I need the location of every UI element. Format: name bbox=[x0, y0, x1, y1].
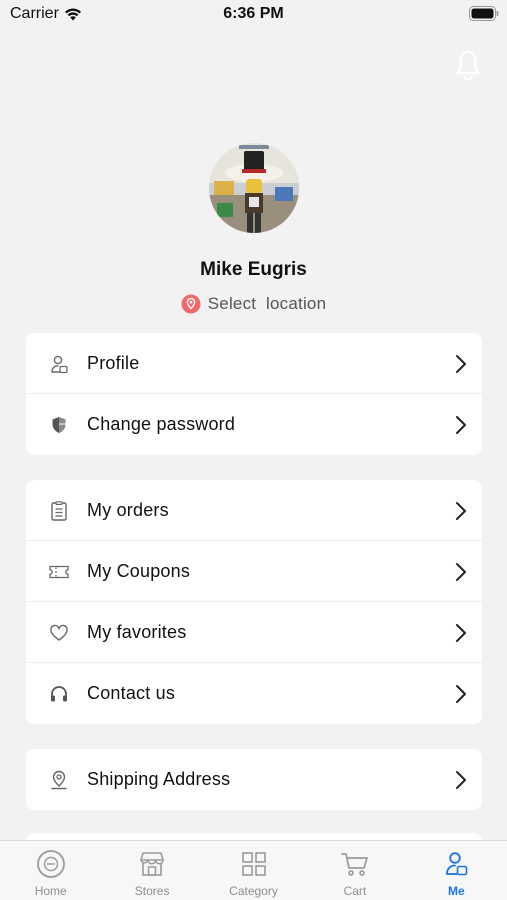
chevron-right-icon bbox=[456, 563, 466, 581]
notification-bell-icon[interactable] bbox=[453, 49, 483, 81]
me-icon bbox=[446, 852, 468, 876]
tab-label: Home bbox=[34, 884, 67, 898]
category-icon bbox=[241, 852, 266, 876]
heart-icon bbox=[50, 624, 68, 641]
menu-item-label: Contact us bbox=[87, 683, 176, 703]
menu-item-my-coupons[interactable]: My Coupons bbox=[26, 541, 482, 602]
shield-icon bbox=[52, 417, 66, 433]
chevron-right-icon bbox=[456, 416, 466, 434]
tab-label: Stores bbox=[134, 884, 170, 898]
orders-group: My orders My Coupons My favorites Contac… bbox=[26, 480, 482, 724]
user-name: Mike Eugris bbox=[200, 259, 307, 280]
avatar[interactable] bbox=[209, 143, 299, 233]
tab-me[interactable]: Me bbox=[406, 841, 507, 900]
menu-item-label: My Coupons bbox=[87, 560, 191, 581]
chevron-right-icon bbox=[456, 355, 466, 373]
battery-icon bbox=[469, 6, 499, 21]
menu-item-label: My favorites bbox=[87, 621, 187, 642]
cart-icon bbox=[341, 853, 368, 876]
chevron-right-icon bbox=[456, 685, 466, 703]
tab-home[interactable]: Home bbox=[0, 841, 101, 900]
profile-icon bbox=[51, 355, 68, 374]
menu-item-profile[interactable]: Profile bbox=[26, 333, 482, 394]
chevron-right-icon bbox=[456, 502, 466, 520]
address-group: Shipping Address bbox=[26, 749, 482, 810]
tab-label: Cart bbox=[343, 884, 367, 898]
tab-cart[interactable]: Cart bbox=[304, 841, 405, 900]
menu-item-my-favorites[interactable]: My favorites bbox=[26, 602, 482, 663]
menu-item-my-orders[interactable]: My orders bbox=[26, 480, 482, 541]
tab-bar: Home Stores Category Cart Me bbox=[0, 840, 507, 900]
menu-item-label: Profile bbox=[87, 352, 140, 373]
home-icon bbox=[36, 850, 65, 878]
chevron-right-icon bbox=[456, 624, 466, 642]
menu-item-label: Shipping Address bbox=[87, 769, 231, 789]
location-pin-icon bbox=[181, 294, 201, 314]
clipboard-icon bbox=[51, 501, 67, 521]
chevron-right-icon bbox=[456, 771, 466, 789]
menu-item-contact-us[interactable]: Contact us bbox=[26, 663, 482, 724]
menu-item-label: My orders bbox=[87, 499, 169, 520]
select-location-label: Select location bbox=[207, 294, 327, 313]
tab-category[interactable]: Category bbox=[203, 841, 304, 900]
tab-label: Me bbox=[447, 884, 465, 898]
tab-label: Category bbox=[229, 884, 278, 898]
avatar-photo bbox=[209, 143, 299, 233]
status-bar: Carrier 6:36 PM bbox=[0, 0, 507, 30]
tab-stores[interactable]: Stores bbox=[101, 841, 202, 900]
select-location-link[interactable]: Select location bbox=[0, 292, 507, 316]
store-icon bbox=[140, 852, 164, 876]
status-time: 6:36 PM bbox=[223, 5, 284, 22]
menu-item-label: Change password bbox=[87, 414, 236, 434]
menu-item-shipping-address[interactable]: Shipping Address bbox=[26, 749, 482, 810]
headset-icon bbox=[51, 686, 67, 702]
location-pin-icon bbox=[51, 770, 67, 790]
menu-item-change-password[interactable]: Change password bbox=[26, 394, 482, 455]
account-settings-group: Profile Change password bbox=[26, 333, 482, 455]
coupon-icon bbox=[49, 565, 69, 579]
me-screen: Carrier 6:36 PM Mike Eugris Select locat… bbox=[0, 0, 507, 900]
